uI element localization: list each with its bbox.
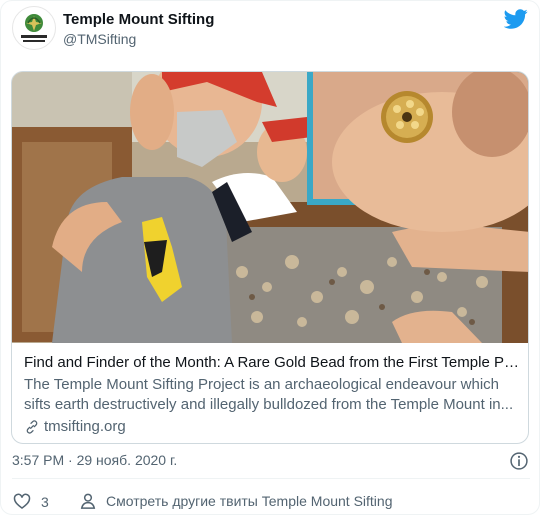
card-description: The Temple Mount Sifting Project is an a… <box>24 376 514 413</box>
tweet-embed: Temple Mount Sifting @TMSifting Find and… <box>0 0 542 517</box>
twitter-bird-icon[interactable] <box>504 7 528 31</box>
card-domain-row[interactable]: tmsifting.org <box>24 417 520 437</box>
link-icon <box>26 420 38 434</box>
avatar-logo-icon <box>21 14 47 42</box>
info-icon[interactable] <box>509 451 529 471</box>
author-handle[interactable]: @TMSifting <box>63 31 136 47</box>
card-title[interactable]: Find and Finder of the Month: A Rare Gol… <box>24 353 520 372</box>
card-text: Find and Finder of the Month: A Rare Gol… <box>24 353 520 437</box>
avatar[interactable] <box>12 6 56 50</box>
more-tweets-label[interactable]: Смотреть другие твиты Temple Mount Sifti… <box>106 493 393 509</box>
card-image <box>12 72 528 343</box>
heart-icon[interactable] <box>12 491 32 511</box>
person-icon <box>80 493 96 509</box>
more-tweets-link[interactable]: Смотреть другие твиты Temple Mount Sifti… <box>78 491 393 511</box>
tweet-timestamp[interactable]: 3:57 PM · 29 нояб. 2020 г. <box>12 452 177 468</box>
like-count[interactable]: 3 <box>41 494 49 510</box>
gold-bead <box>381 91 433 143</box>
author-name[interactable]: Temple Mount Sifting <box>63 11 214 28</box>
card-domain[interactable]: tmsifting.org <box>44 417 126 437</box>
link-preview-card[interactable]: Find and Finder of the Month: A Rare Gol… <box>11 71 529 444</box>
divider <box>12 478 530 479</box>
